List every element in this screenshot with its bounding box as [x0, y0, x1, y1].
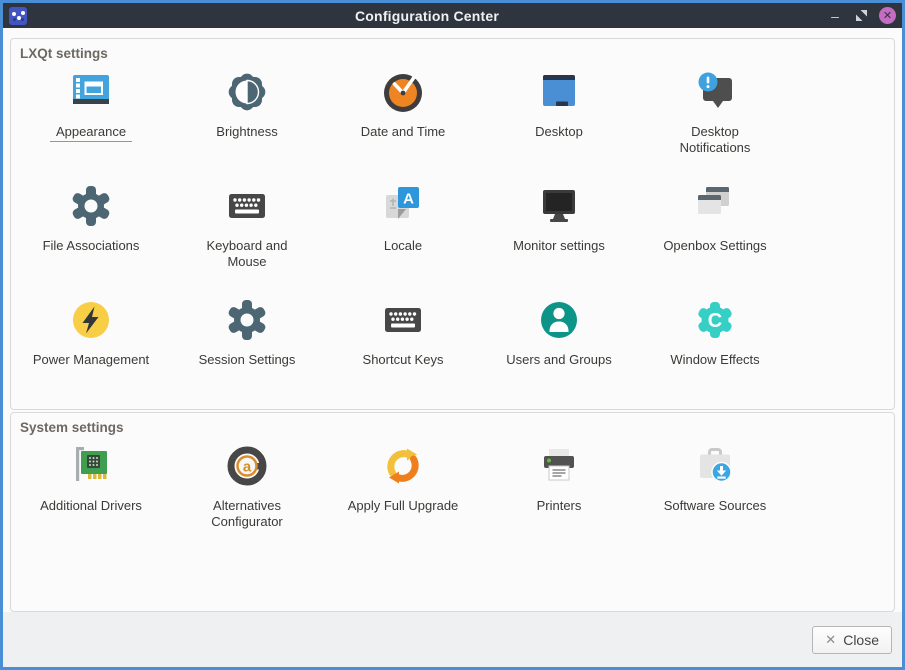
- launcher-software-sources[interactable]: Software Sources: [637, 435, 793, 549]
- titlebar: Configuration Center – ✕: [3, 3, 902, 28]
- launcher-label: Apply Full Upgrade: [348, 498, 459, 514]
- locale-icon: A: [379, 182, 427, 230]
- launcher-label: Session Settings: [199, 352, 296, 368]
- desktop-icon: [535, 68, 583, 116]
- launcher-alternatives-configurator[interactable]: a Alternatives Configurator: [169, 435, 325, 549]
- keyboard-icon: [379, 296, 427, 344]
- launcher-keyboard-mouse[interactable]: Keyboard and Mouse: [169, 175, 325, 289]
- launcher-apply-full-upgrade[interactable]: Apply Full Upgrade: [325, 435, 481, 549]
- launcher-monitor-settings[interactable]: Monitor settings: [481, 175, 637, 289]
- launcher-label: Printers: [537, 498, 582, 514]
- launcher-label: Monitor settings: [513, 238, 605, 254]
- launcher-desktop[interactable]: Desktop: [481, 61, 637, 175]
- dialog-button-bar: ✕ Close: [3, 612, 902, 667]
- minimize-button[interactable]: –: [827, 8, 843, 24]
- launcher-window-effects[interactable]: C Window Effects: [637, 289, 793, 403]
- launcher-brightness[interactable]: Brightness: [169, 61, 325, 175]
- launcher-appearance[interactable]: Appearance: [13, 61, 169, 175]
- launcher-label: Software Sources: [664, 498, 767, 514]
- appearance-icon: [67, 68, 115, 116]
- launcher-label: Date and Time: [361, 124, 446, 140]
- restore-icon: [855, 9, 868, 22]
- main-content: LXQt settings Appearance: [3, 28, 902, 612]
- monitor-icon: [535, 182, 583, 230]
- printer-icon: [535, 442, 583, 490]
- alternatives-icon: a: [223, 442, 271, 490]
- gear-icon: [67, 182, 115, 230]
- gear-icon: [223, 296, 271, 344]
- launcher-label: Additional Drivers: [40, 498, 142, 514]
- launcher-label: Users and Groups: [506, 352, 612, 368]
- close-button-label: Close: [843, 632, 879, 648]
- app-icon: [9, 7, 27, 25]
- launcher-label: Desktop Notifications: [680, 124, 751, 157]
- launcher-label: Brightness: [216, 124, 277, 140]
- launcher-printers[interactable]: Printers: [481, 435, 637, 549]
- launcher-shortcut-keys[interactable]: Shortcut Keys: [325, 289, 481, 403]
- lxqt-settings-group: LXQt settings Appearance: [10, 38, 895, 410]
- section-title-system: System settings: [11, 413, 894, 435]
- briefcase-download-icon: [691, 442, 739, 490]
- date-time-icon: [379, 68, 427, 116]
- svg-text:a: a: [243, 459, 252, 476]
- launcher-power-management[interactable]: Power Management: [13, 289, 169, 403]
- section-title-lxqt: LXQt settings: [11, 39, 894, 61]
- system-settings-group: System settings: [10, 412, 895, 612]
- window-title: Configuration Center: [27, 8, 827, 24]
- svg-text:C: C: [708, 310, 722, 332]
- brightness-icon: [223, 68, 271, 116]
- desktop-notifications-icon: [691, 68, 739, 116]
- launcher-label: Openbox Settings: [663, 238, 766, 254]
- launcher-label: Alternatives Configurator: [211, 498, 283, 531]
- restore-button[interactable]: [853, 8, 869, 24]
- power-icon: [67, 296, 115, 344]
- launcher-label: File Associations: [43, 238, 140, 254]
- launcher-desktop-notifications[interactable]: Desktop Notifications: [637, 61, 793, 175]
- launcher-label: Window Effects: [670, 352, 759, 368]
- launcher-label: Locale: [384, 238, 422, 254]
- launcher-label: Desktop: [535, 124, 583, 140]
- launcher-label: Power Management: [33, 352, 149, 368]
- windows-icon: [691, 182, 739, 230]
- lxqt-grid: Appearance Brightness: [13, 61, 894, 403]
- launcher-label: Keyboard and Mouse: [207, 238, 288, 271]
- pci-card-icon: [67, 442, 115, 490]
- launcher-label: Appearance: [50, 124, 132, 142]
- keyboard-icon: [223, 182, 271, 230]
- launcher-locale[interactable]: A Locale: [325, 175, 481, 289]
- launcher-label: Shortcut Keys: [363, 352, 444, 368]
- user-icon: [535, 296, 583, 344]
- close-window-button[interactable]: ✕: [879, 7, 896, 24]
- launcher-additional-drivers[interactable]: Additional Drivers: [13, 435, 169, 549]
- system-grid: Additional Drivers a Alternatives Config…: [13, 435, 894, 549]
- launcher-date-time[interactable]: Date and Time: [325, 61, 481, 175]
- launcher-openbox-settings[interactable]: Openbox Settings: [637, 175, 793, 289]
- launcher-session-settings[interactable]: Session Settings: [169, 289, 325, 403]
- refresh-arrows-icon: [379, 442, 427, 490]
- close-x-icon: ✕: [825, 632, 836, 648]
- svg-text:A: A: [403, 191, 414, 208]
- window-effects-gear-icon: C: [691, 296, 739, 344]
- close-button[interactable]: ✕ Close: [812, 626, 892, 654]
- launcher-file-associations[interactable]: File Associations: [13, 175, 169, 289]
- launcher-users-groups[interactable]: Users and Groups: [481, 289, 637, 403]
